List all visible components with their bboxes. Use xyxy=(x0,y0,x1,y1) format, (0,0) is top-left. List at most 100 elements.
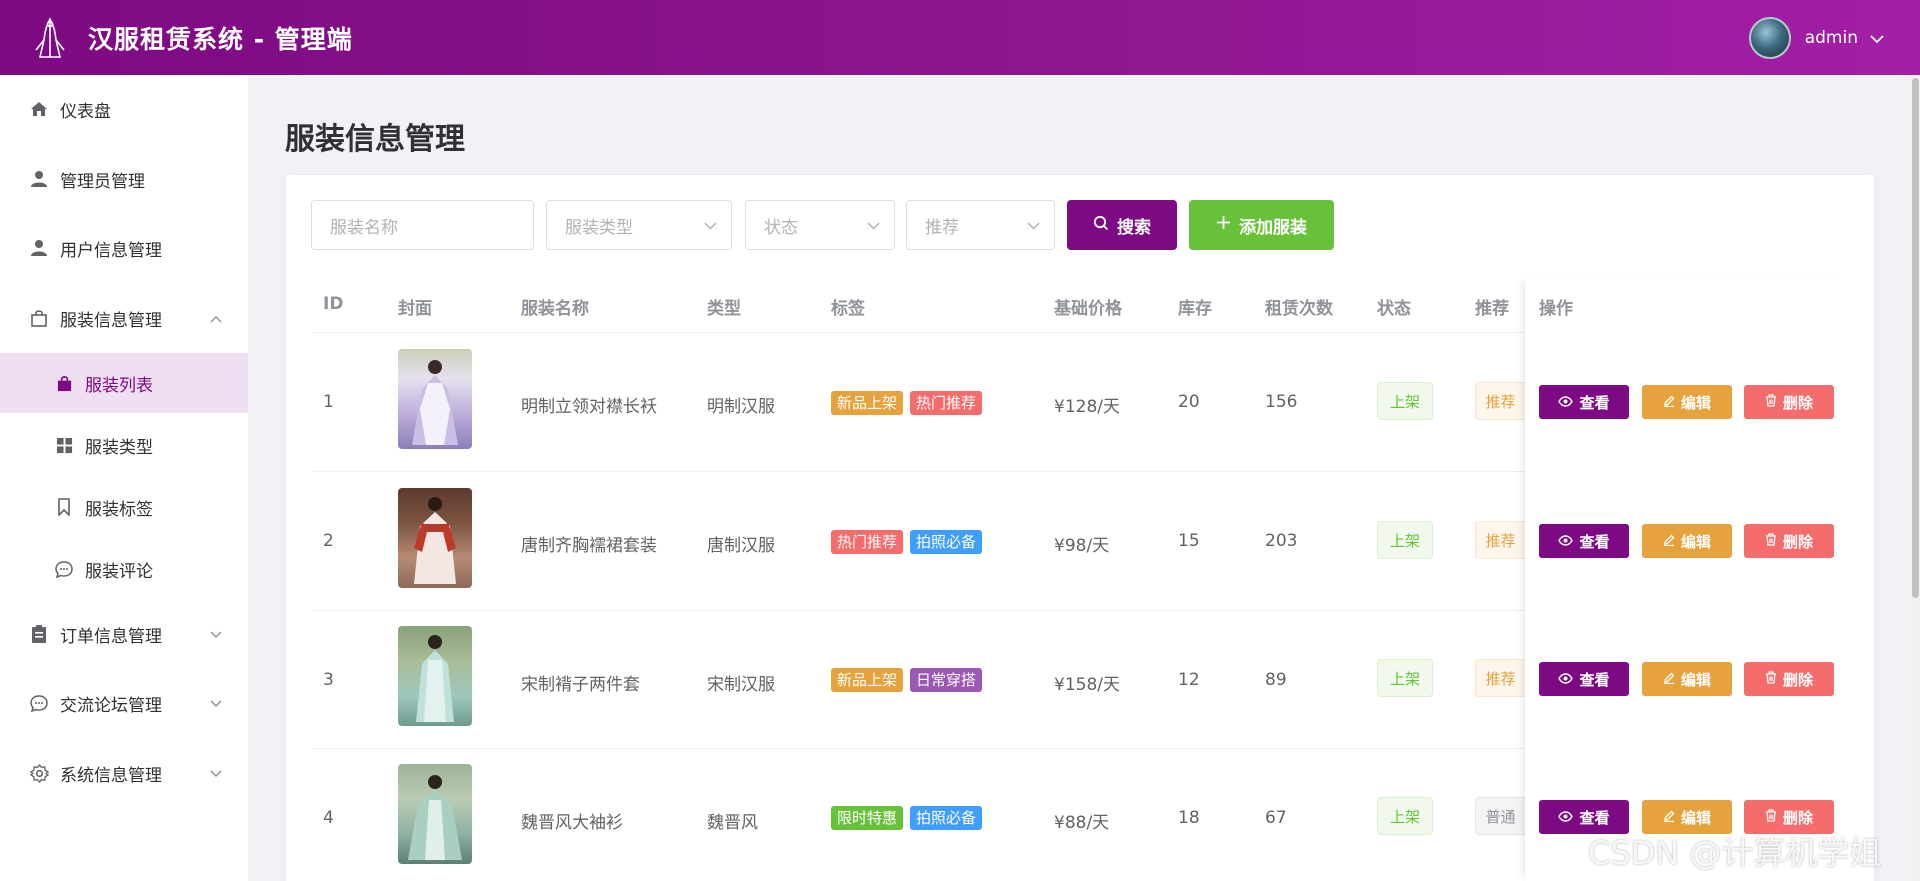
pencil-icon xyxy=(1663,532,1675,550)
scrollbar-thumb[interactable] xyxy=(1912,78,1919,598)
sidebar-item-users[interactable]: 用户信息管理 xyxy=(0,218,248,278)
sidebar-subitem-clothing-comments[interactable]: 服装评论 xyxy=(0,539,248,599)
view-label: 查看 xyxy=(1579,670,1610,689)
sidebar-item-system[interactable]: 系统信息管理 xyxy=(0,743,248,803)
sidebar-item-label: 用户信息管理 xyxy=(60,240,162,261)
clothing-name-input[interactable]: 服装名称 xyxy=(311,200,534,250)
edit-button[interactable]: 编辑 xyxy=(1642,524,1732,558)
bag-icon xyxy=(28,307,50,329)
column-header-stock: 库存 xyxy=(1178,299,1212,319)
search-button[interactable]: 搜索 xyxy=(1067,200,1177,250)
cell-name: 宋制褙子两件套 xyxy=(521,675,640,695)
eye-icon xyxy=(1558,393,1574,411)
sidebar-subitem-clothing-tags[interactable]: 服装标签 xyxy=(0,477,248,537)
tag-photo: 拍照必备 xyxy=(910,530,983,554)
clothing-name-placeholder: 服装名称 xyxy=(330,217,398,238)
eye-icon xyxy=(1558,808,1574,826)
chat-icon xyxy=(54,559,74,579)
plus-icon xyxy=(1216,215,1231,235)
delete-button[interactable]: 删除 xyxy=(1744,662,1834,696)
edit-button[interactable]: 编辑 xyxy=(1642,662,1732,696)
user-menu[interactable]: admin xyxy=(1748,17,1884,59)
eye-icon xyxy=(1558,670,1574,688)
sidebar: 仪表盘 管理员管理 用户信息管理 服装信息管理 服装列表 服装类型 服装标签 服… xyxy=(0,75,248,881)
sidebar-item-label: 管理员管理 xyxy=(60,171,145,192)
view-button[interactable]: 查看 xyxy=(1539,385,1629,419)
cell-stock: 20 xyxy=(1178,392,1200,412)
cell-name: 明制立领对襟长袄 xyxy=(521,397,657,417)
chevron-down-icon xyxy=(210,693,222,713)
cell-id: 1 xyxy=(323,392,334,412)
tag-hot: 热门推荐 xyxy=(831,530,904,554)
sidebar-item-label: 服装评论 xyxy=(85,561,153,582)
clothing-cover-image xyxy=(398,764,472,864)
edit-label: 编辑 xyxy=(1680,532,1711,551)
chevron-up-icon xyxy=(210,308,222,328)
trash-icon xyxy=(1765,393,1777,411)
view-button[interactable]: 查看 xyxy=(1539,524,1629,558)
recommend-select[interactable]: 推荐 xyxy=(906,200,1055,250)
chevron-down-icon xyxy=(210,763,222,783)
clipboard-icon xyxy=(28,623,50,645)
column-header-actions: 操作 xyxy=(1539,299,1573,319)
recommend-badge: 普通 xyxy=(1475,797,1525,835)
column-header-type: 类型 xyxy=(707,299,741,319)
chevron-down-icon xyxy=(1870,29,1884,48)
delete-label: 删除 xyxy=(1782,532,1813,551)
edit-button[interactable]: 编辑 xyxy=(1642,385,1732,419)
cell-type: 魏晋风 xyxy=(707,813,758,833)
edit-label: 编辑 xyxy=(1680,670,1711,689)
cell-rent-count: 156 xyxy=(1265,392,1298,412)
gear-icon xyxy=(28,762,50,784)
pencil-icon xyxy=(1663,808,1675,826)
delete-button[interactable]: 删除 xyxy=(1744,524,1834,558)
chevron-down-icon xyxy=(704,215,717,235)
cell-price: ¥128/天 xyxy=(1054,397,1120,417)
sidebar-item-admins[interactable]: 管理员管理 xyxy=(0,149,248,209)
actions-column xyxy=(1525,277,1848,881)
search-button-label: 搜索 xyxy=(1117,217,1151,238)
sidebar-item-orders[interactable]: 订单信息管理 xyxy=(0,604,248,664)
avatar[interactable] xyxy=(1748,17,1791,59)
add-clothing-button[interactable]: 添加服装 xyxy=(1189,200,1334,250)
view-button[interactable]: 查看 xyxy=(1539,662,1629,696)
column-header-rent-count: 租赁次数 xyxy=(1265,299,1333,319)
cell-stock: 12 xyxy=(1178,670,1200,690)
tag-sale: 限时特惠 xyxy=(831,806,904,830)
sidebar-subitem-clothing-list[interactable]: 服装列表 xyxy=(0,353,248,413)
pencil-icon xyxy=(1663,393,1675,411)
clothing-type-select[interactable]: 服装类型 xyxy=(546,200,732,250)
column-header-price: 基础价格 xyxy=(1054,299,1122,319)
tag-new: 新品上架 xyxy=(831,668,904,692)
view-label: 查看 xyxy=(1579,393,1610,412)
delete-label: 删除 xyxy=(1782,393,1813,412)
recommend-badge: 推荐 xyxy=(1475,659,1525,697)
bag-icon xyxy=(54,373,74,393)
bookmark-icon xyxy=(54,497,74,517)
cell-name: 唐制齐胸襦裙套装 xyxy=(521,536,657,556)
trash-icon xyxy=(1765,808,1777,826)
chat-icon xyxy=(28,692,50,714)
sidebar-item-dashboard[interactable]: 仪表盘 xyxy=(0,79,248,139)
column-header-name: 服装名称 xyxy=(521,299,589,319)
top-header: 汉服租赁系统 - 管理端 admin xyxy=(0,0,1920,75)
view-label: 查看 xyxy=(1579,532,1610,551)
column-header-recommend: 推荐 xyxy=(1475,299,1509,319)
edit-label: 编辑 xyxy=(1680,808,1711,827)
sidebar-item-label: 系统信息管理 xyxy=(60,765,162,786)
delete-button[interactable]: 删除 xyxy=(1744,385,1834,419)
status-select[interactable]: 状态 xyxy=(745,200,895,250)
sidebar-subitem-clothing-types[interactable]: 服装类型 xyxy=(0,415,248,475)
sidebar-item-forum[interactable]: 交流论坛管理 xyxy=(0,673,248,733)
recommend-badge: 推荐 xyxy=(1475,382,1525,420)
cell-rent-count: 89 xyxy=(1265,670,1287,690)
status-badge: 上架 xyxy=(1377,659,1433,697)
username: admin xyxy=(1804,28,1858,48)
add-button-label: 添加服装 xyxy=(1239,217,1307,238)
eye-icon xyxy=(1558,532,1574,550)
delete-label: 删除 xyxy=(1782,670,1813,689)
tag-new: 新品上架 xyxy=(831,391,904,415)
sidebar-item-clothing[interactable]: 服装信息管理 xyxy=(0,288,248,348)
sidebar-item-label: 服装信息管理 xyxy=(60,310,162,331)
tag-daily: 日常穿搭 xyxy=(910,668,983,692)
